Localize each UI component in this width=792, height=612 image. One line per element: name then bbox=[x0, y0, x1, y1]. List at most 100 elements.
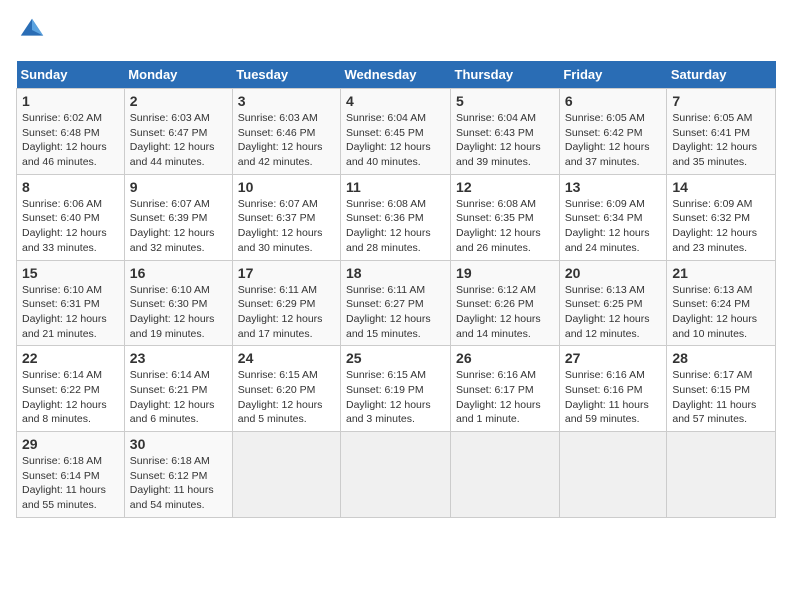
calendar-cell: 24 Sunrise: 6:15 AMSunset: 6:20 PMDayligh… bbox=[232, 346, 340, 432]
calendar-cell: 21 Sunrise: 6:13 AMSunset: 6:24 PMDayligh… bbox=[667, 260, 776, 346]
day-number: 24 bbox=[238, 350, 335, 366]
calendar-cell bbox=[232, 432, 340, 518]
calendar-cell bbox=[667, 432, 776, 518]
day-info: Sunrise: 6:11 AMSunset: 6:27 PMDaylight:… bbox=[346, 283, 445, 342]
calendar-cell: 15 Sunrise: 6:10 AMSunset: 6:31 PMDayligh… bbox=[17, 260, 125, 346]
day-info: Sunrise: 6:13 AMSunset: 6:25 PMDaylight:… bbox=[565, 283, 662, 342]
day-info: Sunrise: 6:16 AMSunset: 6:16 PMDaylight:… bbox=[565, 368, 662, 427]
day-info: Sunrise: 6:04 AMSunset: 6:45 PMDaylight:… bbox=[346, 111, 445, 170]
day-info: Sunrise: 6:09 AMSunset: 6:34 PMDaylight:… bbox=[565, 197, 662, 256]
day-number: 27 bbox=[565, 350, 662, 366]
day-number: 7 bbox=[672, 93, 770, 109]
day-number: 11 bbox=[346, 179, 445, 195]
calendar-week-row: 8 Sunrise: 6:06 AMSunset: 6:40 PMDaylight… bbox=[17, 174, 776, 260]
day-number: 5 bbox=[456, 93, 554, 109]
day-number: 17 bbox=[238, 265, 335, 281]
calendar-cell bbox=[559, 432, 667, 518]
day-number: 15 bbox=[22, 265, 119, 281]
day-info: Sunrise: 6:18 AMSunset: 6:14 PMDaylight:… bbox=[22, 454, 119, 513]
day-number: 25 bbox=[346, 350, 445, 366]
day-info: Sunrise: 6:13 AMSunset: 6:24 PMDaylight:… bbox=[672, 283, 770, 342]
calendar-cell: 12 Sunrise: 6:08 AMSunset: 6:35 PMDayligh… bbox=[451, 174, 560, 260]
day-number: 18 bbox=[346, 265, 445, 281]
calendar-cell: 23 Sunrise: 6:14 AMSunset: 6:21 PMDayligh… bbox=[124, 346, 232, 432]
logo bbox=[16, 16, 48, 49]
day-info: Sunrise: 6:15 AMSunset: 6:20 PMDaylight:… bbox=[238, 368, 335, 427]
calendar-cell: 16 Sunrise: 6:10 AMSunset: 6:30 PMDayligh… bbox=[124, 260, 232, 346]
calendar-cell: 11 Sunrise: 6:08 AMSunset: 6:36 PMDayligh… bbox=[341, 174, 451, 260]
day-number: 12 bbox=[456, 179, 554, 195]
calendar-cell: 28 Sunrise: 6:17 AMSunset: 6:15 PMDayligh… bbox=[667, 346, 776, 432]
calendar-cell: 29 Sunrise: 6:18 AMSunset: 6:14 PMDayligh… bbox=[17, 432, 125, 518]
day-number: 21 bbox=[672, 265, 770, 281]
calendar-cell: 17 Sunrise: 6:11 AMSunset: 6:29 PMDayligh… bbox=[232, 260, 340, 346]
day-info: Sunrise: 6:07 AMSunset: 6:39 PMDaylight:… bbox=[130, 197, 227, 256]
calendar-cell: 7 Sunrise: 6:05 AMSunset: 6:41 PMDaylight… bbox=[667, 89, 776, 175]
day-info: Sunrise: 6:15 AMSunset: 6:19 PMDaylight:… bbox=[346, 368, 445, 427]
calendar-cell: 3Sunrise: 6:03 AMSunset: 6:46 PMDaylight… bbox=[232, 89, 340, 175]
calendar-cell: 1Sunrise: 6:02 AMSunset: 6:48 PMDaylight… bbox=[17, 89, 125, 175]
calendar-cell: 9 Sunrise: 6:07 AMSunset: 6:39 PMDaylight… bbox=[124, 174, 232, 260]
calendar-cell: 22 Sunrise: 6:14 AMSunset: 6:22 PMDayligh… bbox=[17, 346, 125, 432]
day-info: Sunrise: 6:03 AMSunset: 6:47 PMDaylight:… bbox=[130, 111, 227, 170]
day-number: 16 bbox=[130, 265, 227, 281]
day-number: 8 bbox=[22, 179, 119, 195]
calendar-cell: 20 Sunrise: 6:13 AMSunset: 6:25 PMDayligh… bbox=[559, 260, 667, 346]
calendar-week-row: 15 Sunrise: 6:10 AMSunset: 6:31 PMDayligh… bbox=[17, 260, 776, 346]
calendar-cell: 30 Sunrise: 6:18 AMSunset: 6:12 PMDayligh… bbox=[124, 432, 232, 518]
calendar-cell: 5 Sunrise: 6:04 AMSunset: 6:43 PMDaylight… bbox=[451, 89, 560, 175]
header-wednesday: Wednesday bbox=[341, 61, 451, 89]
day-number: 28 bbox=[672, 350, 770, 366]
calendar-cell: 13 Sunrise: 6:09 AMSunset: 6:34 PMDayligh… bbox=[559, 174, 667, 260]
day-number: 30 bbox=[130, 436, 227, 452]
calendar-cell: 19Sunrise: 6:12 AMSunset: 6:26 PMDayligh… bbox=[451, 260, 560, 346]
header-sunday: Sunday bbox=[17, 61, 125, 89]
calendar-cell: 27 Sunrise: 6:16 AMSunset: 6:16 PMDayligh… bbox=[559, 346, 667, 432]
calendar-cell: 8 Sunrise: 6:06 AMSunset: 6:40 PMDaylight… bbox=[17, 174, 125, 260]
day-number: 9 bbox=[130, 179, 227, 195]
day-info: Sunrise: 6:07 AMSunset: 6:37 PMDaylight:… bbox=[238, 197, 335, 256]
day-number: 19 bbox=[456, 265, 554, 281]
header-thursday: Thursday bbox=[451, 61, 560, 89]
day-number: 6 bbox=[565, 93, 662, 109]
calendar-header-row: SundayMondayTuesdayWednesdayThursdayFrid… bbox=[17, 61, 776, 89]
day-info: Sunrise: 6:10 AMSunset: 6:30 PMDaylight:… bbox=[130, 283, 227, 342]
day-info: Sunrise: 6:06 AMSunset: 6:40 PMDaylight:… bbox=[22, 197, 119, 256]
day-number: 4 bbox=[346, 93, 445, 109]
header-saturday: Saturday bbox=[667, 61, 776, 89]
calendar-cell: 26 Sunrise: 6:16 AMSunset: 6:17 PMDayligh… bbox=[451, 346, 560, 432]
day-info: Sunrise: 6:05 AMSunset: 6:41 PMDaylight:… bbox=[672, 111, 770, 170]
day-number: 23 bbox=[130, 350, 227, 366]
day-info: Sunrise: 6:16 AMSunset: 6:17 PMDaylight:… bbox=[456, 368, 554, 427]
calendar-cell: 10 Sunrise: 6:07 AMSunset: 6:37 PMDayligh… bbox=[232, 174, 340, 260]
day-info: Sunrise: 6:08 AMSunset: 6:35 PMDaylight:… bbox=[456, 197, 554, 256]
calendar-week-row: 1Sunrise: 6:02 AMSunset: 6:48 PMDaylight… bbox=[17, 89, 776, 175]
calendar-cell: 18 Sunrise: 6:11 AMSunset: 6:27 PMDayligh… bbox=[341, 260, 451, 346]
day-info: Sunrise: 6:10 AMSunset: 6:31 PMDaylight:… bbox=[22, 283, 119, 342]
day-info: Sunrise: 6:17 AMSunset: 6:15 PMDaylight:… bbox=[672, 368, 770, 427]
calendar-cell: 2 Sunrise: 6:03 AMSunset: 6:47 PMDaylight… bbox=[124, 89, 232, 175]
day-number: 29 bbox=[22, 436, 119, 452]
day-info: Sunrise: 6:14 AMSunset: 6:21 PMDaylight:… bbox=[130, 368, 227, 427]
day-number: 13 bbox=[565, 179, 662, 195]
header-monday: Monday bbox=[124, 61, 232, 89]
day-info: Sunrise: 6:08 AMSunset: 6:36 PMDaylight:… bbox=[346, 197, 445, 256]
calendar-table: SundayMondayTuesdayWednesdayThursdayFrid… bbox=[16, 61, 776, 518]
day-info: Sunrise: 6:14 AMSunset: 6:22 PMDaylight:… bbox=[22, 368, 119, 427]
logo-icon bbox=[18, 16, 46, 44]
day-info: Sunrise: 6:04 AMSunset: 6:43 PMDaylight:… bbox=[456, 111, 554, 170]
day-number: 3 bbox=[238, 93, 335, 109]
day-info: Sunrise: 6:05 AMSunset: 6:42 PMDaylight:… bbox=[565, 111, 662, 170]
header-friday: Friday bbox=[559, 61, 667, 89]
day-number: 10 bbox=[238, 179, 335, 195]
day-number: 20 bbox=[565, 265, 662, 281]
day-info: Sunrise: 6:18 AMSunset: 6:12 PMDaylight:… bbox=[130, 454, 227, 513]
day-info: Sunrise: 6:09 AMSunset: 6:32 PMDaylight:… bbox=[672, 197, 770, 256]
calendar-cell bbox=[451, 432, 560, 518]
calendar-cell: 4 Sunrise: 6:04 AMSunset: 6:45 PMDaylight… bbox=[341, 89, 451, 175]
calendar-week-row: 29 Sunrise: 6:18 AMSunset: 6:14 PMDayligh… bbox=[17, 432, 776, 518]
day-number: 26 bbox=[456, 350, 554, 366]
day-number: 22 bbox=[22, 350, 119, 366]
day-info: Sunrise: 6:11 AMSunset: 6:29 PMDaylight:… bbox=[238, 283, 335, 342]
day-number: 2 bbox=[130, 93, 227, 109]
